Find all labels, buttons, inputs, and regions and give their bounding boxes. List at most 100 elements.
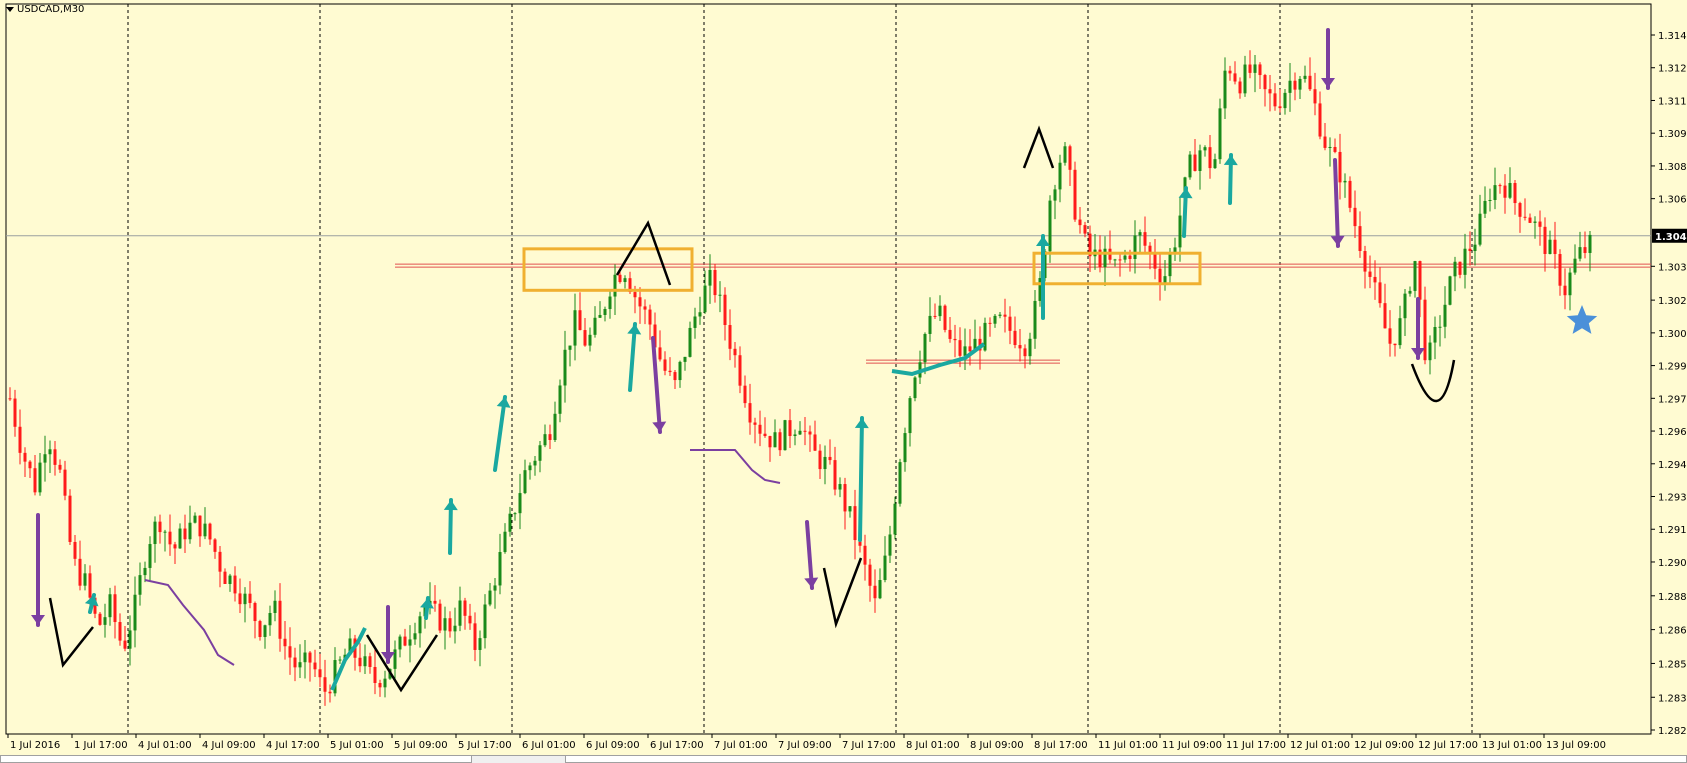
candle-body xyxy=(308,652,312,663)
candle-body xyxy=(458,600,462,626)
candle-body xyxy=(908,398,912,434)
candle-body xyxy=(1368,271,1372,277)
price-chart[interactable]: 1.31415 1.31265 1.31115 1.30965 1.30815 1.306… xyxy=(0,0,1687,761)
candle-body xyxy=(968,346,972,352)
candle-body xyxy=(1048,200,1052,252)
candle-body xyxy=(63,469,67,496)
candle-body xyxy=(253,602,257,622)
time-tick-label: 4 Jul 17:00 xyxy=(266,740,320,751)
resistance-box xyxy=(522,247,694,292)
price-axis[interactable]: 1.31415 1.31265 1.31115 1.30965 1.30815 1.306… xyxy=(1651,31,1687,737)
chevron-down-icon[interactable] xyxy=(6,7,14,12)
up-arrow xyxy=(1036,236,1050,246)
candle-body xyxy=(138,575,142,595)
plot-area[interactable] xyxy=(5,3,1652,735)
candle-body xyxy=(588,334,592,346)
chart-window[interactable]: 1.31415 1.31265 1.31115 1.30965 1.30815 1.306… xyxy=(0,0,1687,761)
candle-body xyxy=(848,506,852,512)
candle-body xyxy=(988,322,992,324)
candle-body xyxy=(1213,159,1217,169)
time-axis[interactable]: 1 Jul 2016 1 Jul 17:00 4 Jul 01:00 4 Jul 09… xyxy=(7,734,1606,751)
candle-body xyxy=(488,590,492,605)
candle-body xyxy=(283,638,287,647)
candle-body xyxy=(368,656,372,667)
v-bottom xyxy=(48,597,94,668)
candle-body xyxy=(943,305,947,330)
candle-body xyxy=(273,600,277,614)
candle-body xyxy=(43,454,47,463)
up-arrow xyxy=(1178,188,1193,199)
candle-body xyxy=(863,545,867,565)
time-tick-label: 6 Jul 17:00 xyxy=(650,740,704,751)
time-tick-label: 8 Jul 17:00 xyxy=(1034,740,1088,751)
time-tick-label: 6 Jul 09:00 xyxy=(586,740,640,751)
candle-body xyxy=(23,452,27,462)
candle-body xyxy=(768,436,772,448)
candle-body xyxy=(438,603,442,631)
chart-tab-right[interactable] xyxy=(565,755,1687,763)
price-tick-label: 1.28230 xyxy=(1658,726,1687,737)
price-tick-label: 1.29600 xyxy=(1658,427,1687,438)
candle-body xyxy=(523,470,527,494)
candle-body xyxy=(913,377,917,399)
candle-body xyxy=(1543,226,1547,254)
candle-body xyxy=(1333,146,1337,152)
candle-body xyxy=(543,434,547,446)
candle-body xyxy=(1058,162,1062,190)
price-tick-label: 1.29450 xyxy=(1658,460,1687,471)
candle-body xyxy=(708,269,712,286)
candle-body xyxy=(1458,261,1462,275)
candle-body xyxy=(808,431,812,435)
candle-body xyxy=(713,269,717,296)
candle-body xyxy=(753,422,757,425)
candle-body xyxy=(178,528,182,549)
candle-body xyxy=(1308,75,1312,90)
candle-body xyxy=(1528,217,1532,223)
candle-body xyxy=(103,617,107,625)
candle-body xyxy=(493,585,497,591)
candle-body xyxy=(363,656,367,667)
peak-top xyxy=(1022,125,1055,169)
candle-body xyxy=(1018,345,1022,349)
down-arrow xyxy=(804,577,819,588)
candle-body xyxy=(963,346,967,356)
v-bottom xyxy=(365,634,439,693)
up-arrow xyxy=(854,418,869,429)
candle-body xyxy=(1373,276,1377,283)
candle-body xyxy=(1493,185,1497,200)
candle-body xyxy=(1573,258,1577,273)
candle-body xyxy=(958,340,962,356)
candle-body xyxy=(678,361,682,381)
candle-body xyxy=(1353,207,1357,227)
current-price-label: 1.30495 xyxy=(1655,232,1687,243)
v-bottom xyxy=(822,557,863,629)
candle-body xyxy=(903,433,907,463)
candle-body xyxy=(168,531,172,545)
candle-body xyxy=(703,285,707,313)
candle-body xyxy=(658,347,662,360)
candle-body xyxy=(473,623,477,650)
candle-body xyxy=(413,633,417,640)
candle-body xyxy=(843,484,847,512)
candle-body xyxy=(898,462,902,504)
candle-body xyxy=(213,539,217,552)
symbol-title[interactable]: USDCAD,M30 xyxy=(6,4,84,15)
candle-body xyxy=(513,513,517,515)
candle-body xyxy=(608,296,612,310)
candle-body xyxy=(203,523,207,537)
candle-body xyxy=(928,315,932,334)
candle-body xyxy=(1398,318,1402,346)
candle-body xyxy=(738,355,742,386)
candle-body xyxy=(938,305,942,317)
down-arrow xyxy=(1333,158,1340,248)
candle-body xyxy=(853,506,857,541)
candle-body xyxy=(1073,169,1077,220)
chart-tab-left[interactable] xyxy=(0,755,472,763)
candle-body xyxy=(298,662,302,668)
candle-body xyxy=(1238,81,1242,94)
price-tick-label: 1.30815 xyxy=(1658,162,1687,173)
candle-body xyxy=(693,316,697,328)
down-arrow xyxy=(31,615,45,625)
candle-body xyxy=(98,613,102,625)
u-bottom xyxy=(1410,359,1456,403)
